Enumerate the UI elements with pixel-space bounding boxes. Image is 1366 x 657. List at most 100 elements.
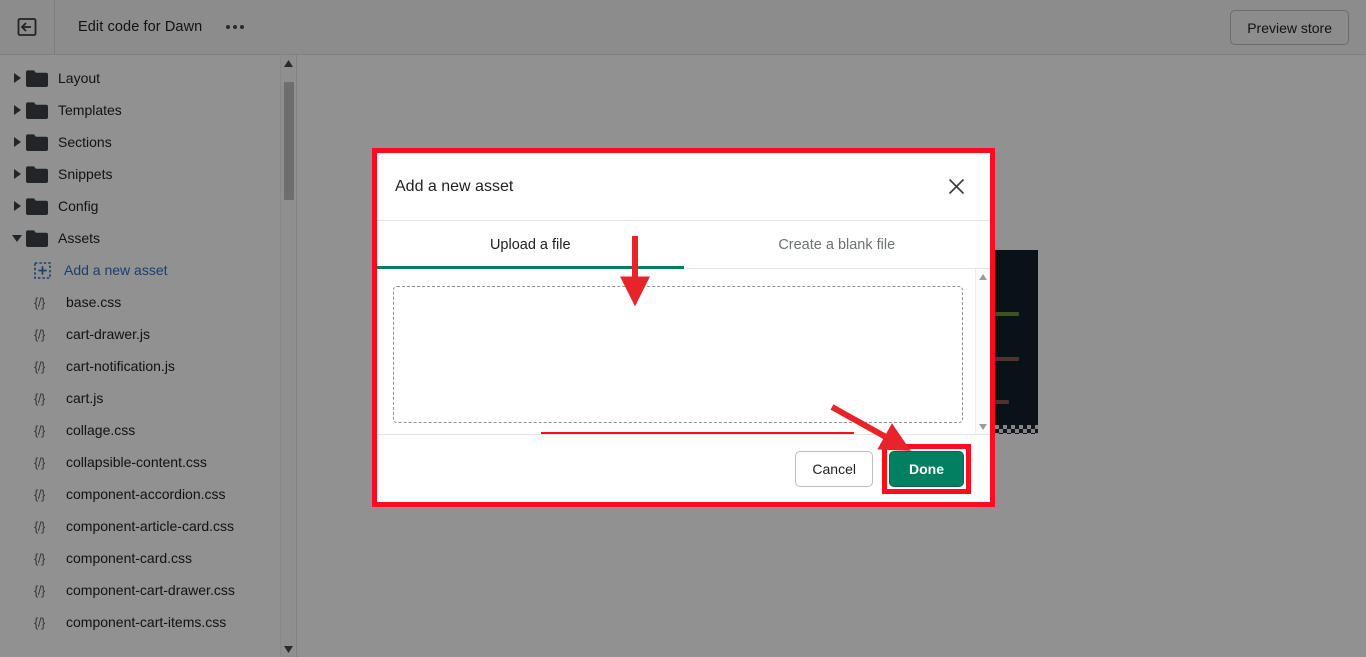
modal-footer: Cancel Done	[377, 434, 990, 502]
chevron-down-icon[interactable]	[8, 234, 26, 242]
file-dropzone[interactable]: slider-photo.jpg 3.02 MB Replace file	[393, 286, 963, 434]
tree-folder-label: Assets	[58, 230, 101, 246]
chevron-right-icon	[13, 105, 21, 115]
chevron-right-icon[interactable]	[8, 105, 26, 115]
sidebar-file-item[interactable]: {/} base.css	[0, 286, 296, 318]
exit-to-left-icon	[17, 18, 37, 36]
sidebar-item-add-a-new-asset[interactable]: Add a new asset	[0, 254, 296, 286]
add-asset-label: Add a new asset	[64, 262, 168, 278]
page-title: Edit code for Dawn	[78, 19, 203, 35]
top-bar: Edit code for Dawn Preview store	[0, 0, 1366, 55]
file-label: component-article-card.css	[66, 518, 235, 534]
tree-folder-sections[interactable]: Sections	[0, 126, 296, 158]
tab-create-a-blank-file[interactable]: Create a blank file	[684, 221, 991, 268]
chevron-right-icon	[13, 137, 21, 147]
tree-folder-label: Templates	[58, 102, 122, 118]
code-file-icon: {/}	[34, 358, 45, 374]
chevron-right-icon[interactable]	[8, 201, 26, 211]
done-button-highlight: Done	[882, 443, 971, 494]
sidebar-file-item[interactable]: {/} collapsible-content.css	[0, 446, 296, 478]
sidebar-file-item[interactable]: {/} component-cart-items.css	[0, 606, 296, 638]
chevron-right-icon[interactable]	[8, 137, 26, 147]
chevron-right-icon[interactable]	[8, 169, 26, 179]
tree-folder-snippets[interactable]: Snippets	[0, 158, 296, 190]
scroll-up-arrow-icon[interactable]	[281, 55, 295, 71]
sidebar-file-item[interactable]: {/} cart-drawer.js	[0, 318, 296, 350]
tab-upload-a-file[interactable]: Upload a file	[377, 221, 684, 269]
chevron-right-icon	[13, 73, 21, 83]
folder-icon	[26, 165, 48, 183]
add-asset-modal-highlight: Add a new asset Upload a file Create a b…	[372, 148, 995, 507]
folder-icon	[26, 133, 48, 151]
modal-tabs: Upload a file Create a blank file	[377, 221, 990, 269]
cancel-button[interactable]: Cancel	[795, 450, 873, 487]
tab-label: Upload a file	[489, 236, 571, 253]
modal-title: Add a new asset	[395, 177, 514, 195]
code-file-icon: {/}	[34, 390, 45, 406]
file-label: component-cart-drawer.css	[66, 582, 235, 598]
tree-folder-layout[interactable]: Layout	[0, 62, 296, 94]
sidebar-file-item[interactable]: {/} collage.css	[0, 414, 296, 446]
code-file-icon: {/}	[34, 422, 45, 438]
done-button[interactable]: Done	[889, 450, 964, 487]
preview-store-button[interactable]: Preview store	[1230, 10, 1349, 45]
file-label: base.css	[66, 294, 122, 310]
folder-icon	[26, 197, 48, 215]
close-icon	[948, 178, 964, 195]
folder-icon	[26, 229, 48, 247]
file-label: component-cart-items.css	[66, 614, 227, 630]
folder-icon	[26, 165, 48, 183]
tree-folder-templates[interactable]: Templates	[0, 94, 296, 126]
ellipsis-icon	[226, 25, 231, 29]
modal-scrollbar[interactable]	[975, 269, 990, 434]
chevron-down-icon	[12, 234, 22, 242]
chevron-right-icon	[13, 169, 21, 179]
file-tree: Layout Templates Sections Snippets Config Ass…	[0, 55, 296, 638]
folder-icon	[26, 197, 48, 215]
folder-icon	[26, 101, 48, 119]
chevron-right-icon[interactable]	[8, 73, 26, 83]
close-modal-button[interactable]	[940, 171, 972, 203]
file-label: collage.css	[66, 422, 136, 438]
app-root: Edit code for Dawn Preview store Layout T…	[0, 0, 1366, 657]
tree-folder-label: Snippets	[58, 166, 113, 182]
code-file-icon: {/}	[34, 326, 45, 342]
sidebar-file-item[interactable]: {/} cart-notification.js	[0, 350, 296, 382]
code-file-icon: {/}	[34, 486, 45, 502]
sidebar-file-item[interactable]: {/} component-cart-drawer.css	[0, 574, 296, 606]
sidebar-file-item[interactable]: {/} component-accordion.css	[0, 478, 296, 510]
sidebar-scroll-thumb[interactable]	[284, 82, 294, 200]
code-file-icon: {/}	[34, 518, 45, 534]
file-label: cart-drawer.js	[66, 326, 151, 342]
file-label: cart-notification.js	[66, 358, 175, 374]
more-actions-button[interactable]	[220, 14, 250, 40]
tree-folder-config[interactable]: Config	[0, 190, 296, 222]
modal-header: Add a new asset	[377, 153, 990, 221]
code-line	[995, 357, 1019, 361]
code-line	[995, 400, 1009, 404]
folder-icon	[26, 69, 48, 87]
modal-scroll-down-arrow-icon[interactable]	[976, 419, 990, 434]
folder-icon	[26, 133, 48, 151]
tree-folder-label: Layout	[58, 70, 101, 86]
uploaded-file-highlight: slider-photo.jpg 3.02 MB Replace file	[541, 432, 854, 434]
ellipsis-icon	[233, 25, 238, 29]
file-tree-sidebar: Layout Templates Sections Snippets Config Ass…	[0, 55, 297, 657]
file-label: cart.js	[66, 390, 104, 406]
exit-editor-button[interactable]	[0, 0, 55, 54]
sidebar-file-item[interactable]: {/} component-article-card.css	[0, 510, 296, 542]
sidebar-file-item[interactable]: {/} cart.js	[0, 382, 296, 414]
tree-folder-assets[interactable]: Assets	[0, 222, 296, 254]
code-file-icon: {/}	[34, 550, 45, 566]
modal-scroll-up-arrow-icon[interactable]	[976, 269, 990, 284]
sidebar-file-item[interactable]: {/} component-card.css	[0, 542, 296, 574]
sidebar-scrollbar[interactable]	[280, 55, 295, 657]
tree-folder-label: Sections	[58, 134, 112, 150]
scroll-down-arrow-icon[interactable]	[281, 641, 295, 657]
dashed-plus-icon	[34, 261, 52, 279]
code-file-icon: {/}	[34, 582, 45, 598]
folder-icon	[26, 69, 48, 87]
transparency-checker-strip	[995, 425, 1038, 434]
code-line	[995, 312, 1019, 316]
code-file-icon: {/}	[34, 454, 45, 470]
